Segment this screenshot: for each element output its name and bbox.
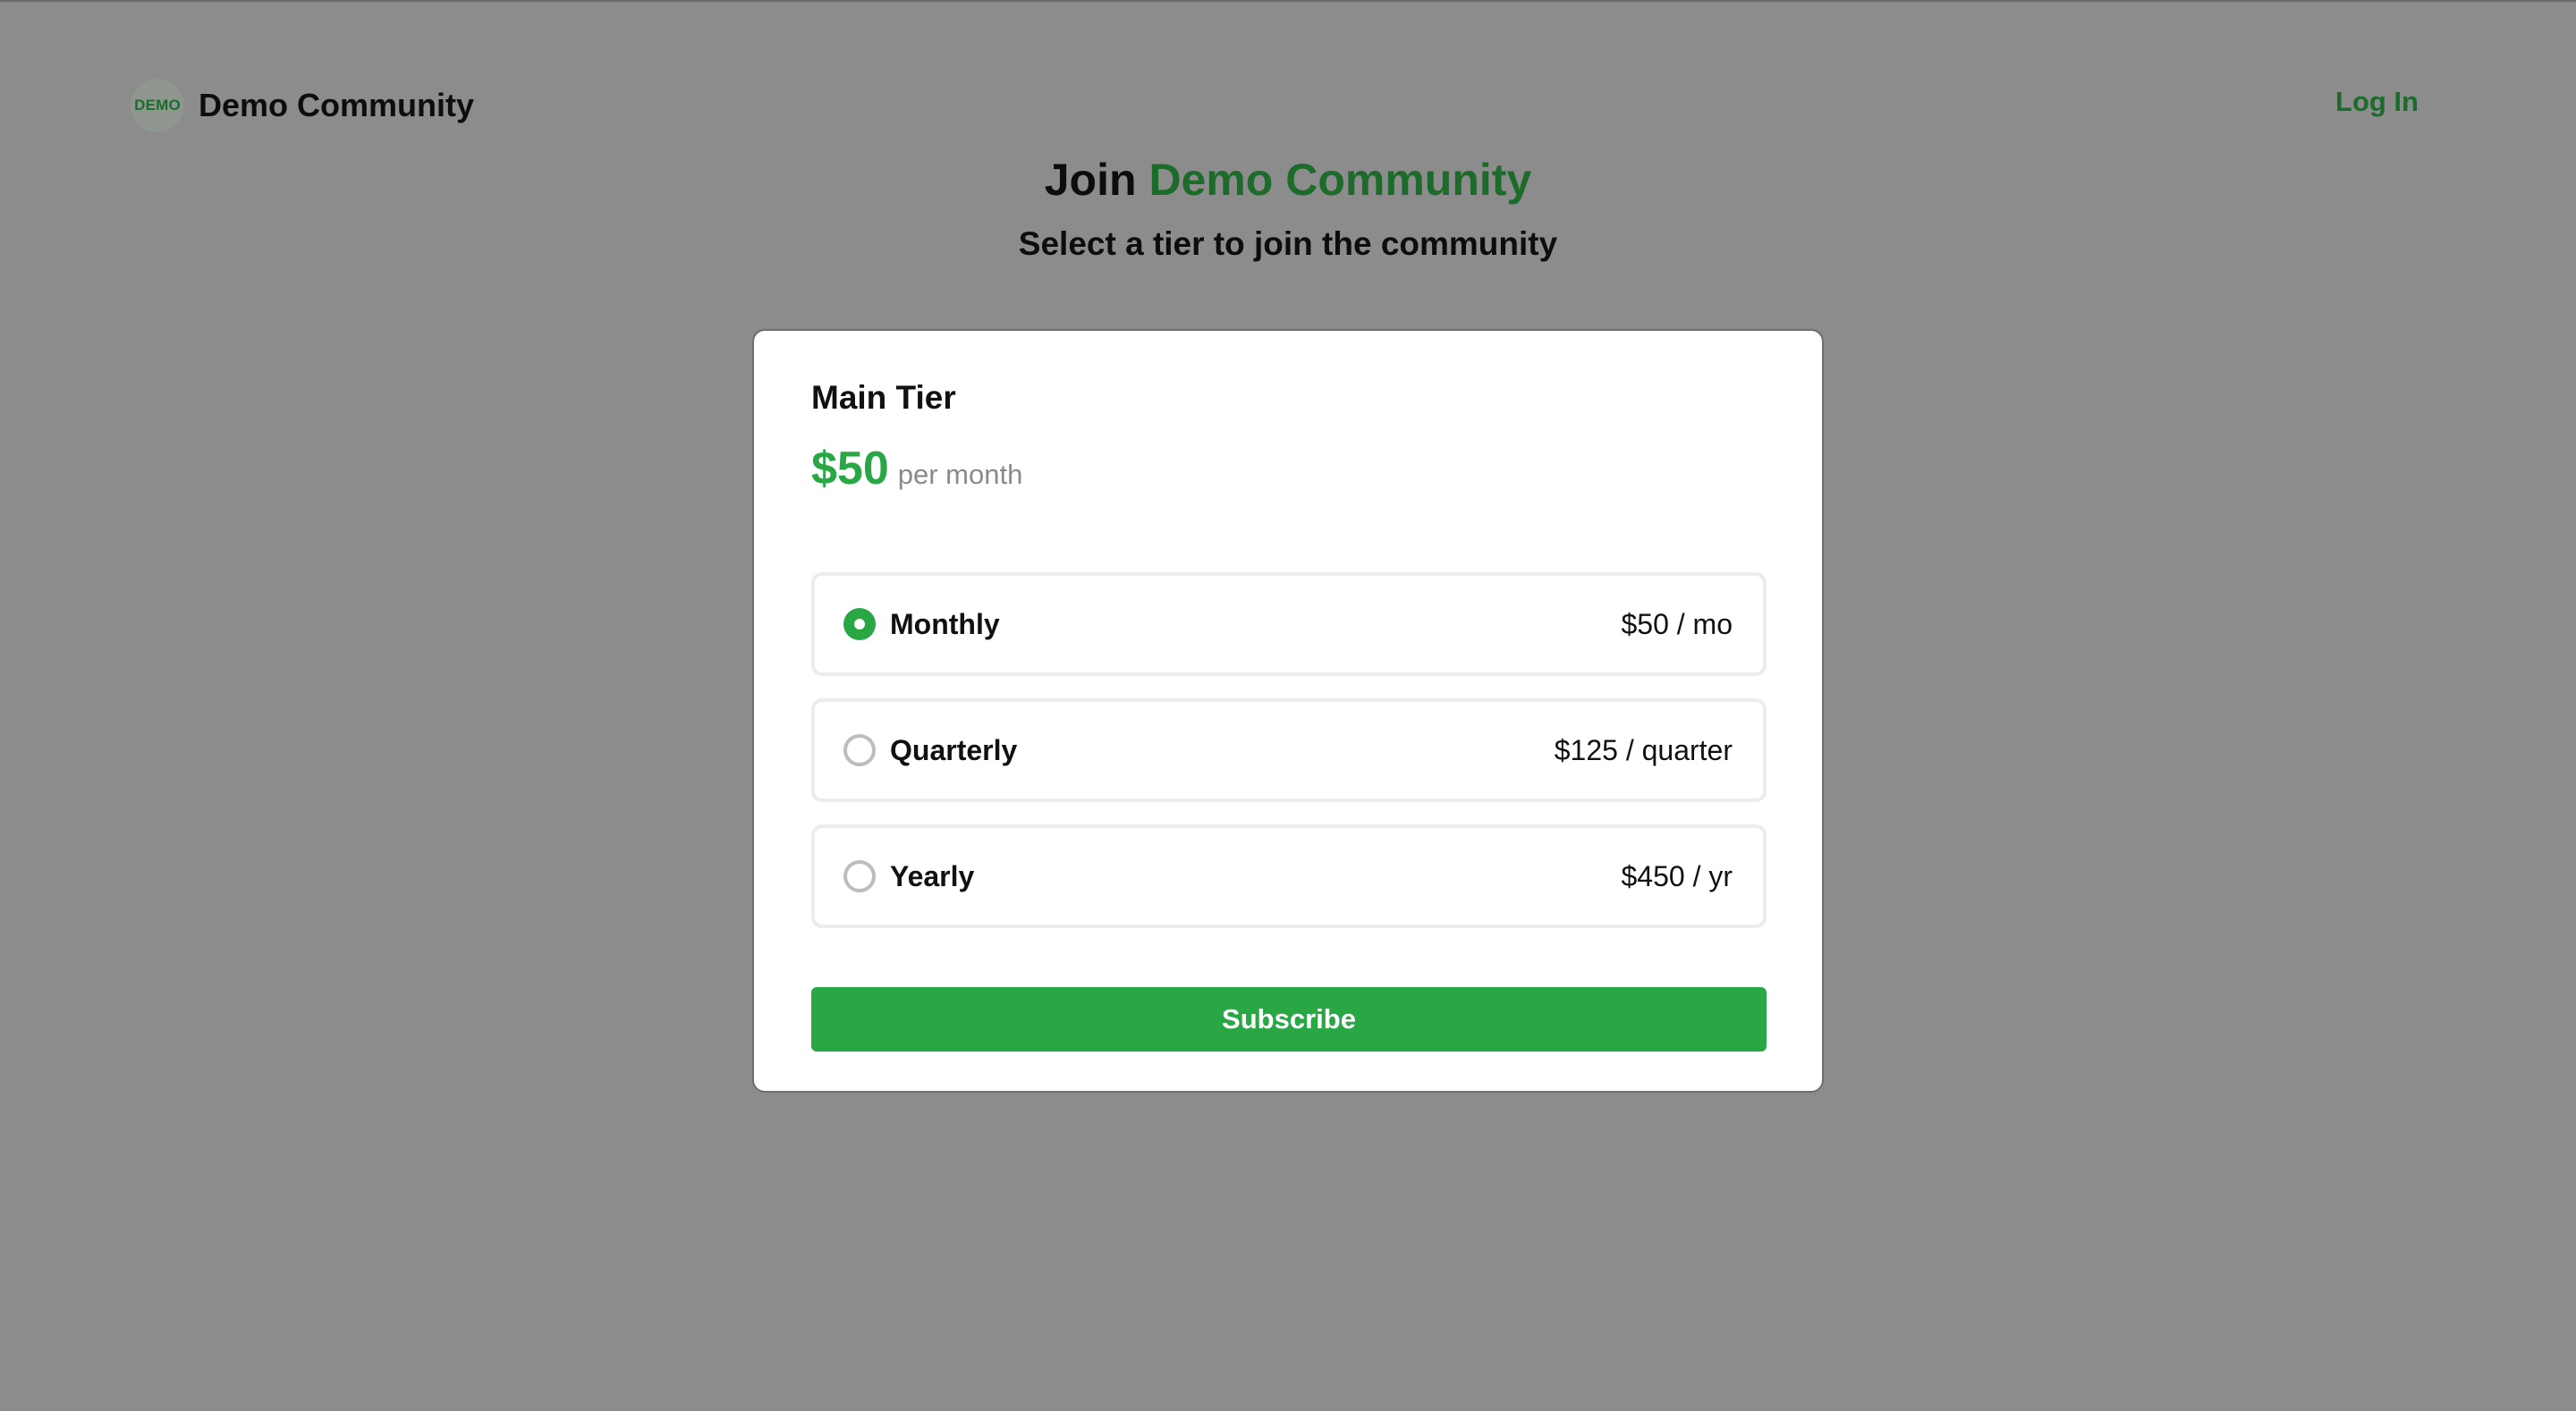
logo-text: DEMO (134, 97, 181, 114)
brand-name: Demo Community (199, 87, 475, 123)
brand[interactable]: DEMO Demo Community (131, 79, 474, 132)
tier-price-period: per month (897, 459, 1023, 490)
radio-unselected-icon[interactable] (843, 860, 876, 892)
tier-name: Main Tier (811, 379, 956, 416)
billing-option-label: Monthly (890, 607, 1000, 640)
page-title: Join Demo Community (0, 154, 2576, 206)
radio-unselected-icon[interactable] (843, 734, 876, 766)
title-community-name: Demo Community (1148, 155, 1532, 205)
tier-card: Main Tier $50 per month Monthly $50 / mo… (752, 329, 1824, 1093)
tier-price-row: $50 per month (811, 442, 1022, 495)
billing-option-label: Quarterly (890, 733, 1018, 766)
billing-option-monthly[interactable]: Monthly $50 / mo (811, 572, 1767, 676)
billing-option-price: $450 / yr (1621, 859, 1733, 892)
billing-option-price: $50 / mo (1621, 607, 1733, 640)
billing-option-yearly[interactable]: Yearly $450 / yr (811, 824, 1767, 928)
login-link[interactable]: Log In (2335, 86, 2419, 118)
community-logo: DEMO (131, 79, 184, 132)
radio-selected-icon[interactable] (843, 608, 876, 640)
billing-option-quarterly[interactable]: Quarterly $125 / quarter (811, 698, 1767, 802)
title-prefix: Join (1044, 155, 1137, 205)
window-top-border (0, 0, 2576, 2)
subscribe-button[interactable]: Subscribe (811, 987, 1767, 1052)
billing-option-label: Yearly (890, 859, 975, 892)
page-subtitle: Select a tier to join the community (1018, 225, 1558, 262)
billing-option-price: $125 / quarter (1554, 733, 1733, 766)
tier-price: $50 (811, 443, 889, 494)
